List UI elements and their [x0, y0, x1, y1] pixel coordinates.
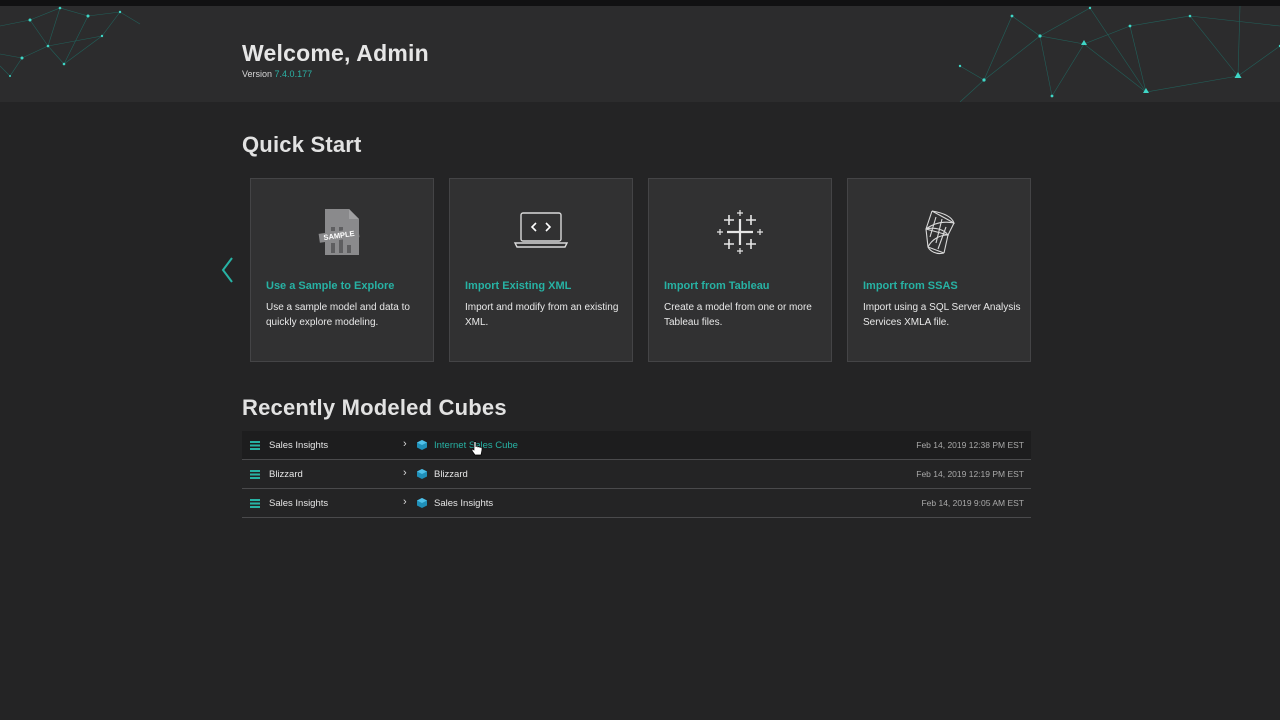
quick-start-card-ssas[interactable]: Import from SSAS Import using a SQL Serv… [847, 178, 1031, 362]
carousel-prev-button[interactable] [214, 252, 242, 288]
cube-name[interactable]: Sales Insights [434, 498, 493, 509]
project-icon [250, 441, 260, 450]
card-description: Create a model from one or more Tableau … [664, 302, 812, 328]
version-number: 7.4.0.177 [274, 69, 313, 79]
quick-start-card-tableau[interactable]: Import from Tableau Create a model from … [648, 178, 832, 362]
card-description: Import using a SQL Server Analysis Servi… [863, 302, 1021, 328]
mouse-pointer-icon [471, 441, 483, 456]
card-title: Use a Sample to Explore [266, 280, 395, 292]
project-name[interactable]: Blizzard [269, 469, 303, 480]
modified-date: Feb 14, 2019 12:38 PM EST [916, 440, 1024, 450]
main-content [0, 102, 1280, 720]
version-info: Version 7.4.0.177 [242, 69, 312, 79]
chevron-right-icon: › [403, 438, 407, 450]
tableau-icon [717, 210, 763, 254]
cube-icon [417, 498, 427, 508]
project-name[interactable]: Sales Insights [269, 440, 328, 451]
recent-cube-row[interactable]: Sales Insights › Sales Insights Feb 14, … [242, 489, 1031, 518]
network-decoration-left [0, 6, 141, 77]
network-decoration-right [958, 6, 1280, 102]
quick-start-title: Quick Start [242, 132, 362, 157]
recent-cube-row[interactable]: Blizzard › Blizzard Feb 14, 2019 12:19 P… [242, 460, 1031, 489]
card-title: Import from Tableau [664, 280, 770, 292]
quick-start-card-sample[interactable]: SAMPLE Use a Sample to Explore Use a sam… [250, 178, 434, 362]
modified-date: Feb 14, 2019 9:05 AM EST [921, 498, 1024, 508]
version-label: Version [242, 69, 273, 79]
project-icon [250, 499, 260, 508]
ssas-icon [925, 210, 955, 255]
recent-cubes-title: Recently Modeled Cubes [242, 395, 507, 420]
modified-date: Feb 14, 2019 12:19 PM EST [916, 469, 1024, 479]
project-icon [250, 470, 260, 479]
welcome-title: Welcome, Admin [242, 40, 429, 66]
cube-icon [417, 469, 427, 479]
card-title: Import Existing XML [465, 280, 572, 292]
xml-laptop-icon [513, 212, 569, 248]
recent-cube-row[interactable]: Sales Insights › Internet Sales Cube Feb… [242, 431, 1031, 460]
chevron-left-icon [221, 257, 233, 283]
card-description: Use a sample model and data to quickly e… [266, 302, 410, 328]
quick-start-card-xml[interactable]: Import Existing XML Import and modify fr… [449, 178, 633, 362]
cube-name[interactable]: Blizzard [434, 469, 468, 480]
sample-document-icon: SAMPLE [318, 209, 360, 255]
card-title: Import from SSAS [863, 280, 958, 292]
chevron-right-icon: › [403, 467, 407, 479]
card-description: Import and modify from an existing XML. [465, 302, 619, 328]
project-name[interactable]: Sales Insights [269, 498, 328, 509]
welcome-header: Welcome, Admin Version 7.4.0.177 [0, 6, 1280, 102]
chevron-right-icon: › [403, 496, 407, 508]
cube-icon [417, 440, 427, 450]
